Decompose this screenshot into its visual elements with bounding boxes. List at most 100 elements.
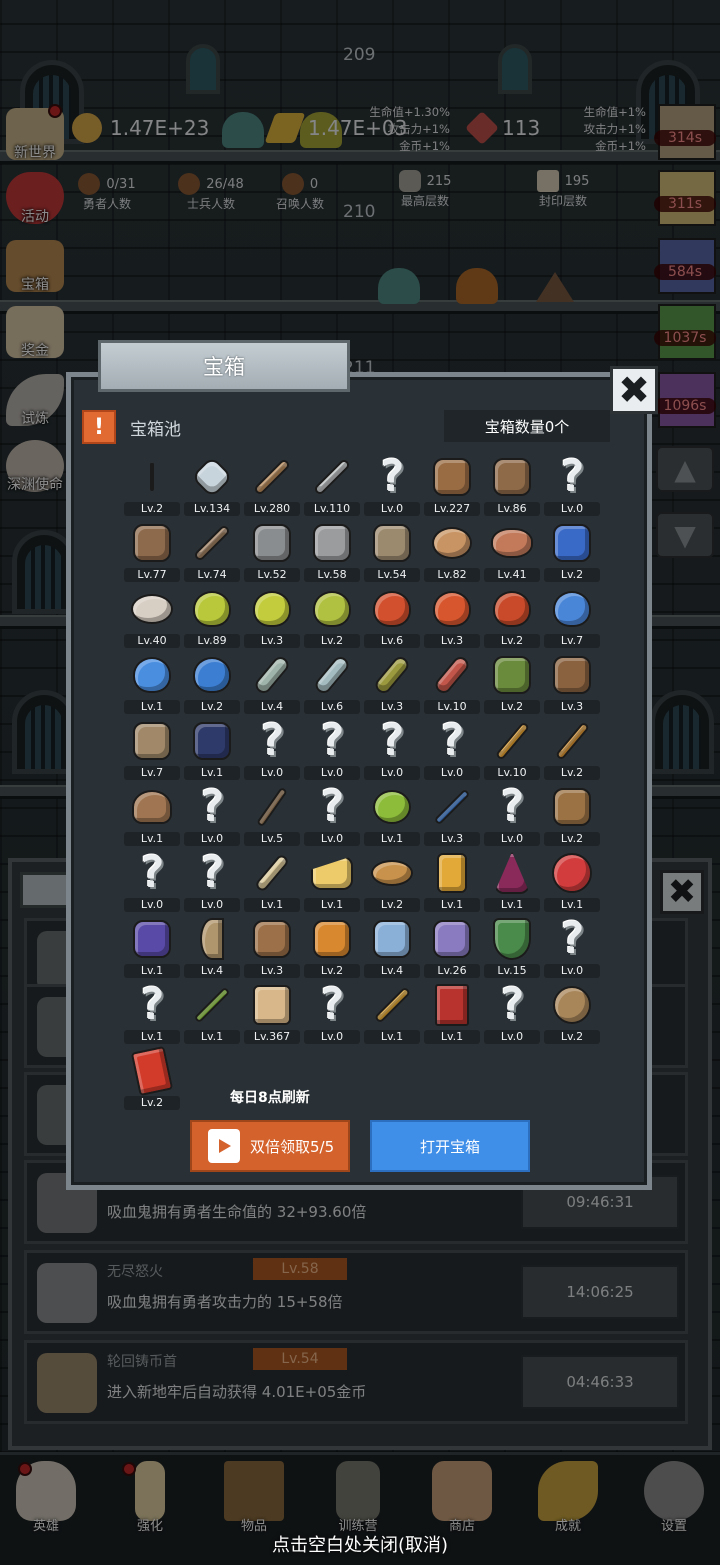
chest-item-slot[interactable]: Lv.3 <box>362 650 422 714</box>
chest-item-slot[interactable]: Lv.6 <box>302 650 362 714</box>
double-claim-label: 双倍领取5/5 <box>250 1137 335 1156</box>
chest-item-slot[interactable]: Lv.2 <box>542 980 602 1044</box>
chest-item-slot[interactable]: Lv.1 <box>122 914 182 978</box>
chest-item-slot[interactable]: Lv.2 <box>182 650 242 714</box>
chest-item-slot[interactable]: Lv.89 <box>182 584 242 648</box>
item-level: Lv.2 <box>544 1030 600 1044</box>
chest-item-slot[interactable]: ? Lv.0 <box>302 782 362 846</box>
chest-item-slot[interactable]: Lv.82 <box>422 518 482 582</box>
chest-item-slot[interactable]: ? Lv.0 <box>182 782 242 846</box>
item-level: Lv.4 <box>244 700 300 714</box>
chest-item-slot[interactable]: Lv.2 <box>542 518 602 582</box>
chest-item-slot[interactable]: Lv.77 <box>122 518 182 582</box>
chest-item-slot[interactable]: Lv.41 <box>482 518 542 582</box>
item-level: Lv.227 <box>424 502 480 516</box>
chest-item-slot[interactable]: Lv.52 <box>242 518 302 582</box>
chest-item-slot[interactable]: ? Lv.0 <box>302 716 362 780</box>
chest-item-slot[interactable]: ? Lv.0 <box>542 914 602 978</box>
chest-item-slot[interactable]: Lv.1 <box>482 848 542 912</box>
chest-item-slot[interactable]: ? Lv.0 <box>362 452 422 516</box>
chest-item-slot[interactable]: Lv.2 <box>542 716 602 780</box>
chest-item-slot[interactable]: Lv.1 <box>242 848 302 912</box>
unknown-icon: ? <box>318 715 346 766</box>
chest-item-slot[interactable]: Lv.3 <box>242 914 302 978</box>
chest-item-slot[interactable]: Lv.2 <box>542 782 602 846</box>
chest-item-slot[interactable]: Lv.26 <box>422 914 482 978</box>
chest-item-slot[interactable]: Lv.86 <box>482 452 542 516</box>
chest-item-slot[interactable]: Lv.2 <box>482 650 542 714</box>
open-chest-button[interactable]: 打开宝箱 <box>370 1120 530 1172</box>
potion-yellow-icon <box>190 588 234 630</box>
chest-item-slot[interactable]: Lv.2 <box>122 1045 182 1110</box>
chest-item-slot[interactable]: Lv.1 <box>302 848 362 912</box>
chest-item-slot[interactable]: Lv.1 <box>182 716 242 780</box>
chest-item-slot[interactable]: Lv.1 <box>362 980 422 1044</box>
chest-item-slot[interactable]: Lv.40 <box>122 584 182 648</box>
chest-item-slot[interactable]: Lv.3 <box>242 584 302 648</box>
chest-item-slot[interactable]: Lv.1 <box>422 848 482 912</box>
chest-item-slot[interactable]: Lv.2 <box>302 584 362 648</box>
chest-item-slot[interactable]: ? Lv.0 <box>302 980 362 1044</box>
exclamation-icon[interactable]: ! <box>82 410 116 444</box>
item-level: Lv.6 <box>304 700 360 714</box>
chest-item-slot[interactable]: Lv.2 <box>302 914 362 978</box>
chest-item-slot[interactable]: Lv.58 <box>302 518 362 582</box>
torch-icon <box>550 720 594 762</box>
chest-item-slot[interactable]: Lv.1 <box>182 980 242 1044</box>
double-claim-button[interactable]: 双倍领取5/5 <box>190 1120 350 1172</box>
modal-close-button[interactable]: ✖ <box>610 366 658 414</box>
chest-item-slot[interactable]: Lv.2 <box>362 848 422 912</box>
chest-item-slot[interactable]: Lv.15 <box>482 914 542 978</box>
unknown-icon: ? <box>138 979 166 1030</box>
chest-item-slot[interactable]: Lv.3 <box>422 584 482 648</box>
item-level: Lv.1 <box>124 964 180 978</box>
chest-item-slot[interactable]: Lv.74 <box>182 518 242 582</box>
chest-item-slot[interactable]: Lv.1 <box>362 782 422 846</box>
chest-item-slot[interactable]: ? Lv.0 <box>362 716 422 780</box>
item-level: Lv.1 <box>484 898 540 912</box>
chest-item-slot[interactable]: Lv.5 <box>242 782 302 846</box>
chest-item-slot[interactable]: Lv.10 <box>422 650 482 714</box>
item-level: Lv.26 <box>424 964 480 978</box>
chest-item-slot[interactable]: ? Lv.1 <box>122 980 182 1044</box>
chest-item-slot[interactable]: Lv.280 <box>242 452 302 516</box>
unknown-icon: ? <box>438 715 466 766</box>
chest-item-slot[interactable]: ? Lv.0 <box>542 452 602 516</box>
chest-item-slot[interactable]: Lv.1 <box>542 848 602 912</box>
chest-item-slot[interactable]: Lv.367 <box>242 980 302 1044</box>
chest-item-slot[interactable]: ? Lv.0 <box>182 848 242 912</box>
crystal-icon <box>490 852 534 894</box>
chest-item-slot[interactable]: ? Lv.0 <box>422 716 482 780</box>
chest-item-slot[interactable]: ? Lv.0 <box>482 980 542 1044</box>
chest-item-slot[interactable]: Lv.3 <box>422 782 482 846</box>
chest-item-slot[interactable]: Lv.110 <box>302 452 362 516</box>
chest-item-slot[interactable]: Lv.6 <box>362 584 422 648</box>
chest-item-slot[interactable]: Lv.7 <box>122 716 182 780</box>
chest-item-slot[interactable]: Lv.1 <box>422 980 482 1044</box>
blue-bag-icon <box>550 522 594 564</box>
chest-item-slot[interactable]: Lv.4 <box>182 914 242 978</box>
cloud-armor-icon <box>430 918 474 960</box>
chest-item-slot[interactable]: Lv.2 <box>122 452 182 516</box>
chest-item-slot[interactable]: Lv.227 <box>422 452 482 516</box>
chest-item-slot[interactable]: Lv.4 <box>362 914 422 978</box>
chest-item-slot[interactable]: Lv.3 <box>542 650 602 714</box>
chest-item-slot[interactable]: Lv.4 <box>242 650 302 714</box>
green-wand-icon <box>190 984 234 1026</box>
hammer-icon <box>310 522 354 564</box>
chest-item-slot[interactable]: ? Lv.0 <box>482 782 542 846</box>
unknown-icon: ? <box>138 847 166 898</box>
chest-item-slot[interactable]: Lv.134 <box>182 452 242 516</box>
item-level: Lv.2 <box>184 700 240 714</box>
honey-jar-icon <box>430 852 474 894</box>
chest-item-slot[interactable]: Lv.1 <box>122 782 182 846</box>
chest-item-slot[interactable]: Lv.1 <box>122 650 182 714</box>
chest-item-slot[interactable]: Lv.7 <box>542 584 602 648</box>
chest-item-slot[interactable]: Lv.2 <box>482 584 542 648</box>
chest-item-slot[interactable]: Lv.10 <box>482 716 542 780</box>
item-level: Lv.0 <box>184 832 240 846</box>
chest-item-slot[interactable]: ? Lv.0 <box>122 848 182 912</box>
bottle-red-icon <box>430 653 474 697</box>
chest-item-slot[interactable]: Lv.54 <box>362 518 422 582</box>
chest-item-slot[interactable]: ? Lv.0 <box>242 716 302 780</box>
